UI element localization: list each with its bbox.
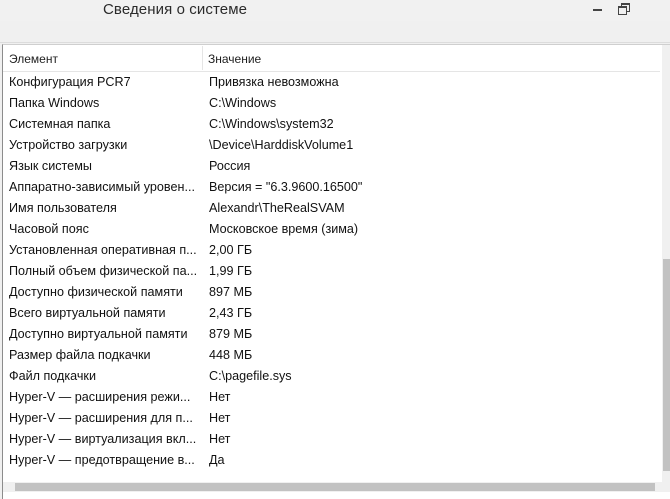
row-element-label: Конфигурация PCR7 [9, 75, 131, 89]
row-element-label: Часовой пояс [9, 222, 89, 236]
row-value: 879 МБ [209, 327, 253, 341]
column-header-element[interactable]: Элемент [9, 45, 58, 71]
row-value: 2,43 ГБ [209, 306, 253, 320]
scrollbar-corner [660, 482, 670, 492]
table-row[interactable]: Конфигурация PCR7 Привязка невозможна [3, 72, 660, 93]
minimize-icon [593, 9, 602, 11]
table-row[interactable]: Размер файла подкачки 448 МБ [3, 345, 660, 366]
vertical-scrollbar[interactable] [662, 45, 670, 482]
table-row[interactable]: Hyper-V — расширения режи... Нет [3, 387, 660, 408]
table-row[interactable]: Hyper-V — виртуализация вкл... Нет [3, 429, 660, 450]
column-divider[interactable] [202, 46, 203, 70]
row-element-label: Имя пользователя [9, 201, 117, 215]
row-element-label: Устройство загрузки [9, 138, 128, 152]
title-bar: Сведения о системе [0, 0, 670, 21]
row-element-label: Язык системы [9, 159, 92, 173]
row-value: Нет [209, 390, 231, 404]
table-row[interactable]: Всего виртуальной памяти 2,43 ГБ [3, 303, 660, 324]
row-value: Alexandr\TheRealSVAM [209, 201, 345, 215]
table-row[interactable]: Hyper-V — предотвращение в... Да [3, 450, 660, 471]
table-row[interactable]: Язык системы Россия [3, 156, 660, 177]
list-header: Элемент Значение [3, 45, 660, 72]
row-value: Московское время (зима) [209, 222, 359, 236]
row-value: Нет [209, 411, 231, 425]
row-value: C:\Windows [209, 96, 277, 110]
table-row[interactable]: Имя пользователя Alexandr\TheRealSVAM [3, 198, 660, 219]
row-value: C:\Windows\system32 [209, 117, 334, 131]
row-value: \Device\HarddiskVolume1 [209, 138, 354, 152]
row-value: C:\pagefile.sys [209, 369, 292, 383]
table-row[interactable]: Доступно физической памяти 897 МБ [3, 282, 660, 303]
system-summary-list: Элемент Значение Конфигурация PCR7 Привяз… [2, 44, 670, 499]
row-value: Привязка невозможна [209, 75, 339, 89]
table-row[interactable]: Аппаратно-зависимый уровен... Версия = "6… [3, 177, 660, 198]
row-element-label: Системная папка [9, 117, 111, 131]
row-value: 448 МБ [209, 348, 253, 362]
restore-button[interactable] [612, 0, 634, 21]
horizontal-scrollbar-thumb[interactable] [15, 483, 655, 491]
menu-bar [0, 21, 670, 43]
row-element-label: Доступно виртуальной памяти [9, 327, 188, 341]
row-element-label: Полный объем физической па... [9, 264, 197, 278]
row-element-label: Hyper-V — виртуализация вкл... [9, 432, 197, 446]
row-value: Версия = "6.3.9600.16500" [209, 180, 363, 194]
row-value: 897 МБ [209, 285, 253, 299]
window-title: Сведения о системе [103, 1, 248, 18]
table-row[interactable]: Hyper-V — расширения для п... Нет [3, 408, 660, 429]
vertical-scrollbar-thumb[interactable] [663, 259, 670, 471]
table-row[interactable]: Файл подкачки C:\pagefile.sys [3, 366, 660, 387]
restore-icon-front [618, 6, 627, 15]
table-row[interactable]: Установленная оперативная п... 2,00 ГБ [3, 240, 660, 261]
column-header-value[interactable]: Значение [208, 45, 261, 71]
table-row[interactable]: Системная папка C:\Windows\system32 [3, 114, 660, 135]
row-element-label: Установленная оперативная п... [9, 243, 197, 257]
row-element-label: Hyper-V — предотвращение в... [9, 453, 195, 467]
row-value: Да [209, 453, 225, 467]
row-value: Россия [209, 159, 251, 173]
table-row[interactable]: Часовой пояс Московское время (зима) [3, 219, 660, 240]
list-rows: Конфигурация PCR7 Привязка невозможна Папк… [3, 72, 660, 471]
row-element-label: Hyper-V — расширения режи... [9, 390, 191, 404]
close-button[interactable] [639, 0, 670, 21]
row-element-label: Размер файла подкачки [9, 348, 151, 362]
table-row[interactable]: Папка Windows C:\Windows [3, 93, 660, 114]
table-row[interactable]: Полный объем физической па... 1,99 ГБ [3, 261, 660, 282]
row-value: 2,00 ГБ [209, 243, 253, 257]
row-element-label: Доступно физической памяти [9, 285, 183, 299]
row-value: 1,99 ГБ [209, 264, 253, 278]
minimize-button[interactable] [586, 0, 608, 21]
table-row[interactable]: Доступно виртуальной памяти 879 МБ [3, 324, 660, 345]
row-element-label: Hyper-V — расширения для п... [9, 411, 193, 425]
horizontal-scrollbar[interactable] [3, 482, 660, 492]
row-element-label: Папка Windows [9, 96, 100, 110]
row-element-label: Аппаратно-зависимый уровен... [9, 180, 195, 194]
row-value: Нет [209, 432, 231, 446]
row-element-label: Файл подкачки [9, 369, 96, 383]
table-row[interactable]: Устройство загрузки \Device\HarddiskVolum… [3, 135, 660, 156]
row-element-label: Всего виртуальной памяти [9, 306, 166, 320]
